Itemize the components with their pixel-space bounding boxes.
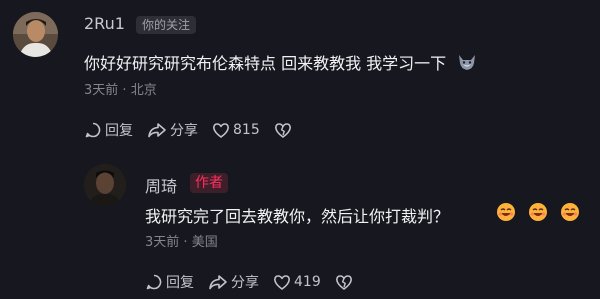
broken-heart-icon bbox=[274, 122, 291, 138]
comment-item: 2Ru1 你的关注 你好好研究研究布伦森特点 回来教教我 我学习一下 3天前 ·… bbox=[0, 0, 600, 165]
comment-time: 3天前 bbox=[84, 83, 119, 98]
reply-icon bbox=[85, 122, 101, 138]
comment-location: 北京 bbox=[130, 83, 157, 98]
like-button[interactable]: 419 bbox=[273, 274, 321, 291]
comment-text: 你好好研究研究布伦森特点 回来教教我 我学习一下 bbox=[84, 50, 477, 74]
reply-button[interactable]: 回复 bbox=[84, 120, 133, 140]
share-button[interactable]: 分享 bbox=[147, 120, 198, 140]
author-badge: 作者 bbox=[190, 173, 228, 193]
following-badge: 你的关注 bbox=[136, 16, 197, 34]
comment-text: 我研究完了回去教教你，然后让你打裁判？ bbox=[145, 203, 449, 227]
broken-heart-icon bbox=[335, 274, 352, 290]
comment-actions: 回复 分享 815 bbox=[84, 120, 295, 140]
like-count: 419 bbox=[294, 274, 321, 290]
comment-body: 你好好研究研究布伦森特点 回来教教我 我学习一下 bbox=[84, 54, 447, 73]
username[interactable]: 2Ru1 bbox=[84, 14, 125, 33]
like-count: 815 bbox=[233, 122, 260, 138]
avatar[interactable] bbox=[13, 12, 58, 57]
emoji-row bbox=[484, 202, 580, 222]
dislike-button[interactable] bbox=[335, 274, 356, 291]
share-button[interactable]: 分享 bbox=[208, 272, 259, 292]
username[interactable]: 周琦 bbox=[145, 173, 177, 197]
heart-icon bbox=[213, 122, 229, 138]
wolf-emoji-icon bbox=[459, 55, 476, 70]
comment-location: 美国 bbox=[191, 235, 218, 250]
comment-actions: 回复 分享 419 bbox=[145, 272, 356, 292]
comment-meta: 3天前 · 北京 bbox=[84, 83, 157, 98]
reply-comment-item: 周琦 作者 我研究完了回去教教你，然后让你打裁判？ 3天前 · 美国 回复 分享… bbox=[0, 160, 600, 299]
comment-time: 3天前 bbox=[145, 235, 180, 250]
dislike-button[interactable] bbox=[274, 122, 295, 139]
reply-button[interactable]: 回复 bbox=[145, 272, 194, 292]
share-arrow-icon bbox=[148, 123, 166, 138]
smile-emoji-icon bbox=[497, 203, 515, 221]
share-arrow-icon bbox=[209, 275, 227, 290]
user-photo-icon bbox=[13, 12, 58, 57]
smile-emoji-icon bbox=[561, 203, 579, 221]
avatar[interactable] bbox=[84, 164, 126, 206]
comment-meta: 3天前 · 美国 bbox=[145, 235, 218, 250]
like-button[interactable]: 815 bbox=[212, 122, 260, 139]
smile-emoji-icon bbox=[529, 203, 547, 221]
heart-icon bbox=[274, 274, 290, 290]
user-photo-icon bbox=[84, 164, 126, 206]
comment-body: 我研究完了回去教教你，然后让你打裁判？ bbox=[145, 207, 450, 226]
reply-icon bbox=[146, 274, 162, 290]
